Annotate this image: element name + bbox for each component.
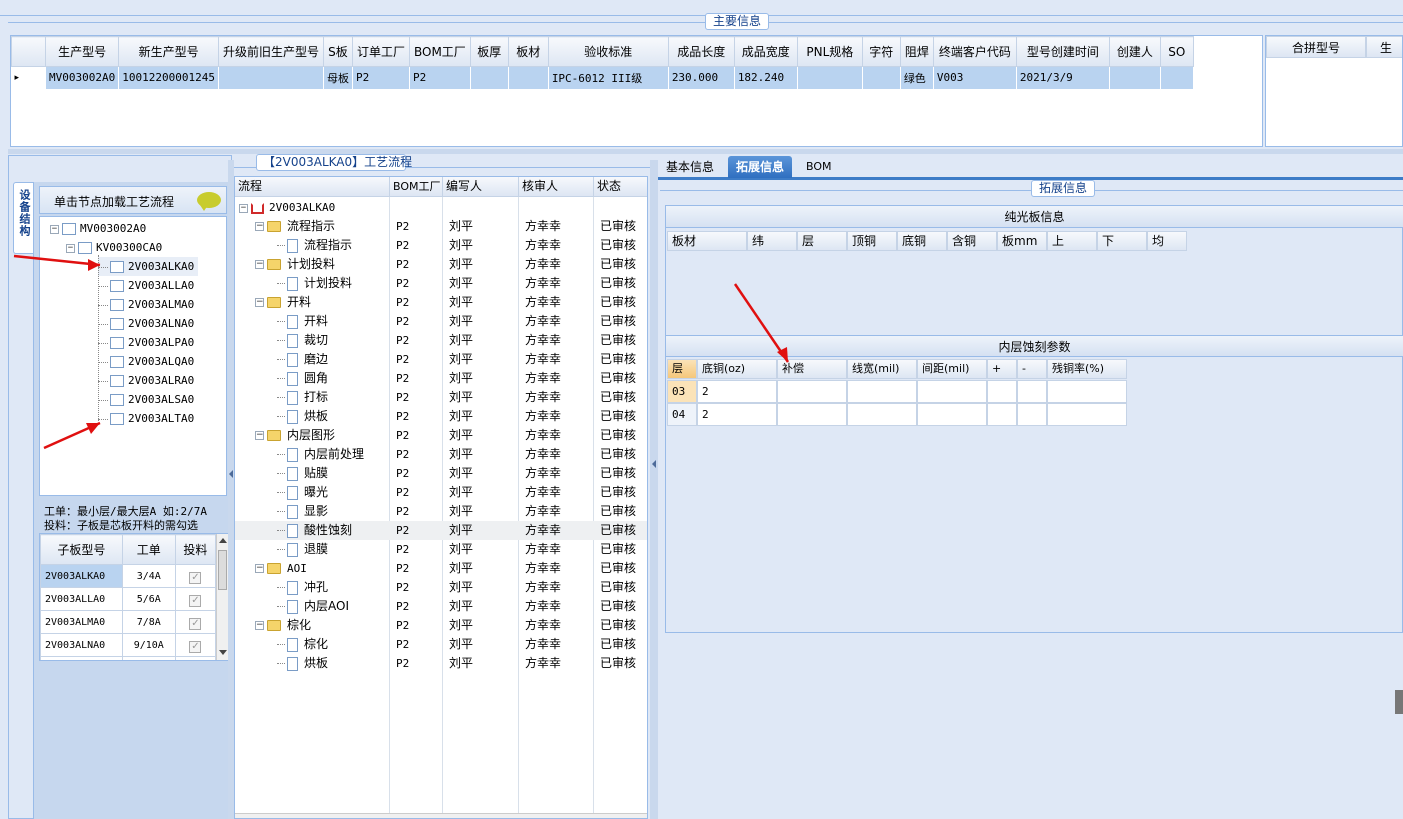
- arrow-to-selected-node: [13, 254, 101, 271]
- arrow-to-last-node: [43, 421, 101, 450]
- arrow-to-compensation-column: [733, 283, 790, 363]
- annotation-arrows: [13, 254, 790, 450]
